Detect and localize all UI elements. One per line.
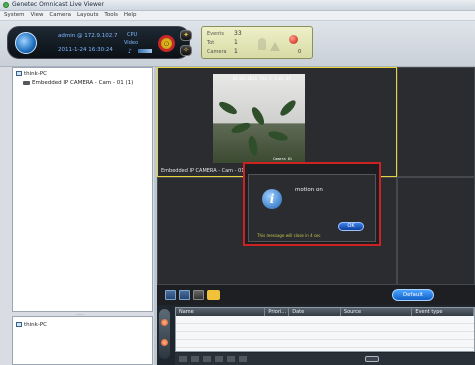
menu-view[interactable]: View (30, 11, 43, 20)
video-tile-active[interactable]: 01-01-2011 Thu 1 1:01:39 Camera 01 Embed… (157, 67, 397, 177)
tree-node-camera[interactable]: Embedded IP CAMERA - Cam - 01 (1) (23, 80, 133, 86)
alarm-row-label: Tot (207, 40, 215, 46)
video-tile[interactable] (397, 177, 475, 285)
alarm-row-value: 1 (234, 48, 238, 55)
tools-gear-icon[interactable]: ✧ (180, 45, 192, 56)
alarm-row-label: Camera (207, 49, 227, 55)
menu-help[interactable]: Help (124, 11, 137, 20)
motion-alert-dialog: i motion on OK This message will close i… (243, 162, 381, 246)
window-title: Genetec Omnicast Live Viewer (12, 1, 105, 8)
settings-gear-icon[interactable]: ✦ (180, 30, 192, 41)
user-label: admin @ 172.9.102.7 (58, 33, 118, 39)
video-label: Video (124, 40, 139, 46)
column-header[interactable]: Source (341, 308, 413, 316)
alarm-panel: Events 33 Tot 1 Camera 1 0 (201, 26, 313, 59)
alarm-row-value: 33 (234, 30, 242, 37)
camera-video-feed: 01-01-2011 Thu 1 1:01:39 Camera 01 (213, 74, 305, 163)
alarm-indicator-icon[interactable] (289, 35, 298, 44)
footer-button[interactable] (203, 356, 211, 362)
default-layout-button[interactable]: Default (392, 289, 434, 301)
table-row[interactable] (176, 324, 474, 332)
tree-node-pc[interactable]: think-PC (16, 71, 47, 77)
layout-grid-icon[interactable] (165, 290, 176, 300)
alarm-row-label: Events (207, 31, 224, 37)
user-panel: admin @ 172.9.102.7 2011-1-24 16:30:24 C… (7, 26, 190, 59)
event-footer-toolbar (175, 353, 475, 365)
tree-node-label: think-PC (24, 71, 47, 77)
volume-slider[interactable] (138, 49, 152, 53)
footer-button[interactable] (215, 356, 223, 362)
main-toolbar: admin @ 172.9.102.7 2011-1-24 16:30:24 C… (0, 21, 475, 67)
tree-node-label: Embedded IP CAMERA - Cam - 01 (1) (32, 80, 134, 86)
osd-timestamp: 01-01-2011 Thu 1 1:01:39 (233, 76, 291, 81)
event-table-header: Name Priori... Date Source Event type (176, 308, 474, 316)
menu-bar: System View Camera Layouts Tools Help (0, 11, 475, 21)
lock-icon[interactable]: ⊙ (158, 35, 175, 52)
omnicast-logo-icon (15, 32, 37, 54)
event-table: Name Priori... Date Source Event type (175, 307, 475, 352)
title-bar: Genetec Omnicast Live Viewer (0, 0, 475, 11)
app-icon (3, 2, 9, 8)
fullscreen-icon[interactable] (179, 290, 190, 300)
table-row[interactable] (176, 332, 474, 340)
edit-pencil-icon[interactable] (207, 290, 220, 300)
event-panel: Name Priori... Date Source Event type (157, 305, 475, 365)
alarm-row-value: 1 (234, 39, 238, 46)
camera-tree-panel: think-PC Embedded IP CAMERA - Cam - 01 (… (12, 67, 153, 312)
video-tile[interactable] (397, 67, 475, 177)
view-toolbar: Default (157, 285, 475, 305)
people-icon (258, 38, 266, 50)
menu-layouts[interactable]: Layouts (77, 11, 99, 20)
layout-icon[interactable] (193, 290, 204, 300)
menu-tools[interactable]: Tools (104, 11, 118, 20)
column-header[interactable]: Name (176, 308, 266, 316)
footer-button[interactable] (191, 356, 199, 362)
cpu-label: CPU (127, 32, 138, 38)
menu-camera[interactable]: Camera (49, 11, 71, 20)
scroll-button[interactable] (365, 356, 379, 362)
tile-camera-label: Embedded IP CAMERA - Cam - 01 (161, 168, 245, 174)
dialog-body: i motion on OK This message will close i… (248, 174, 376, 242)
menu-system[interactable]: System (4, 11, 25, 20)
camera-icon (23, 80, 30, 85)
secondary-tree-panel: think-PC (12, 316, 153, 365)
ok-button[interactable]: OK (338, 222, 364, 231)
tree-node-label: think-PC (24, 322, 47, 328)
auto-close-note: This message will close in 4 sec (257, 233, 321, 238)
table-row[interactable] (176, 340, 474, 348)
event-record-icon[interactable] (161, 319, 168, 326)
column-header[interactable]: Priori... (265, 308, 290, 316)
speaker-icon[interactable]: ♪ (128, 48, 132, 55)
event-clear-icon[interactable] (161, 339, 168, 346)
footer-button[interactable] (227, 356, 235, 362)
tree-node-pc[interactable]: think-PC (16, 322, 47, 328)
column-header[interactable]: Event type (412, 308, 474, 316)
alarm-counter: 0 (298, 49, 302, 55)
computer-icon (16, 71, 22, 76)
footer-button[interactable] (179, 356, 187, 362)
datetime-label: 2011-1-24 16:30:24 (58, 47, 113, 53)
event-side-buttons (159, 309, 170, 359)
column-header[interactable]: Date (289, 308, 341, 316)
info-icon: i (262, 189, 282, 209)
dialog-message: motion on (295, 187, 323, 193)
computer-icon (16, 322, 22, 327)
footer-button[interactable] (239, 356, 247, 362)
osd-camera-name: Camera 01 (273, 157, 292, 161)
warning-icon (270, 42, 280, 51)
table-row[interactable] (176, 316, 474, 324)
